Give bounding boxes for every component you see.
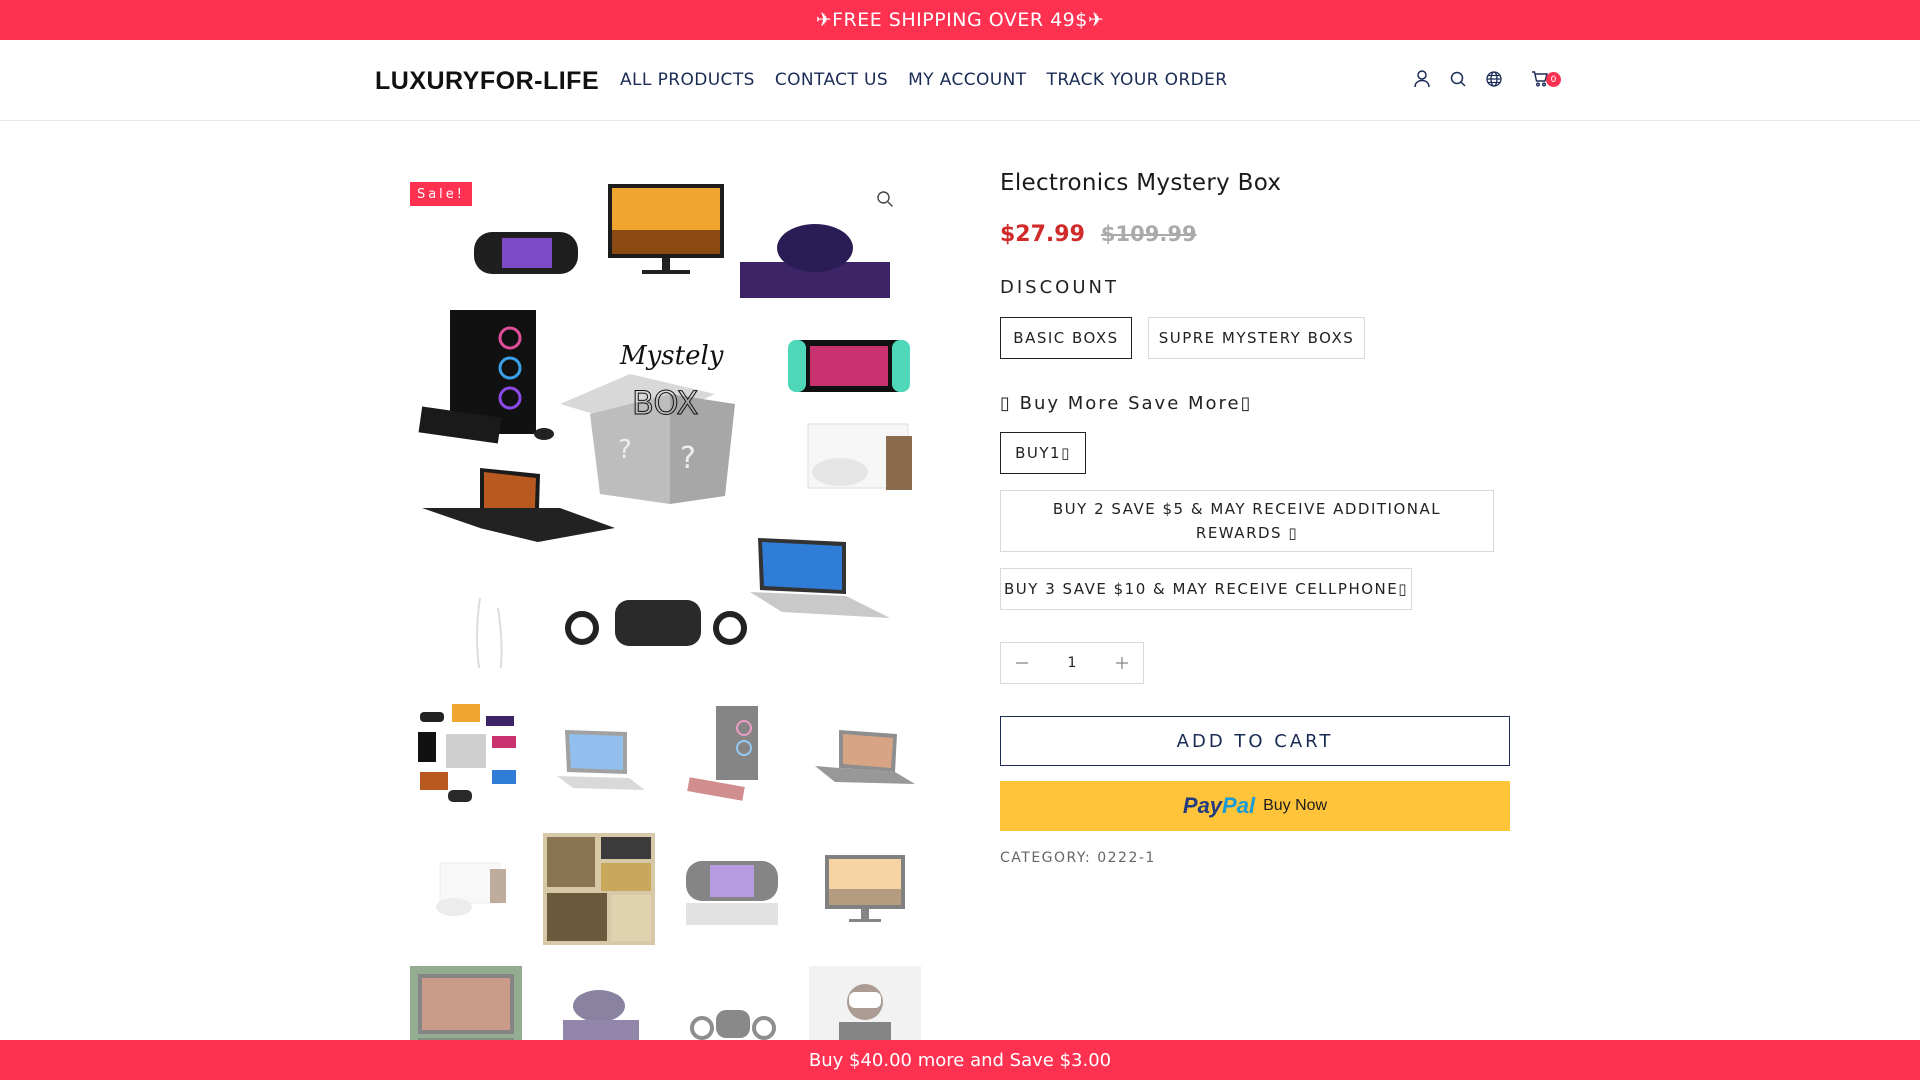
box-word: BOX <box>632 384 698 422</box>
thumbnail[interactable] <box>809 833 921 945</box>
plus-icon[interactable] <box>1101 643 1143 683</box>
main-product-image[interactable]: Mystely BOX ? ? <box>410 178 920 668</box>
header-icons: 0 <box>1412 68 1561 90</box>
site-logo[interactable]: LUXURYFOR-LIFE <box>375 67 599 96</box>
thumbnail[interactable] <box>543 833 655 945</box>
product-category: CATEGORY: 0222-1 <box>1000 850 1156 866</box>
paypal-logo-pay: Pay <box>1182 793 1223 818</box>
product-gallery: Mystely BOX ? ? Sale! <box>410 178 920 678</box>
quantity-input[interactable]: 1 <box>1043 655 1101 671</box>
question-mark-left: ? <box>618 435 632 465</box>
mystery-box-word: Mystely <box>619 341 724 371</box>
paypal-logo-pal: Pal <box>1222 793 1256 818</box>
nav-my-account[interactable]: MY ACCOUNT <box>908 70 1026 90</box>
thumbnail[interactable] <box>410 833 522 945</box>
thumbnail[interactable] <box>809 700 921 812</box>
announcement-text: ✈FREE SHIPPING OVER 49$✈ <box>815 9 1105 31</box>
cart-progress-bar: Buy $40.00 more and Save $3.00 <box>0 1040 1920 1080</box>
product-info: Electronics Mystery Box $27.99 $109.99 D… <box>1000 170 1510 866</box>
cart-count-badge: 0 <box>1546 72 1561 87</box>
quantity-stepper: 1 <box>1000 642 1144 684</box>
announcement-bar: ✈FREE SHIPPING OVER 49$✈ <box>0 0 1920 40</box>
discount-label: DISCOUNT <box>1000 277 1119 298</box>
option-supre-mystery-boxs[interactable]: SUPRE MYSTERY BOXS <box>1148 317 1365 359</box>
site-header: LUXURYFOR-LIFE ALL PRODUCTS CONTACT US M… <box>0 40 1920 121</box>
main-nav: ALL PRODUCTS CONTACT US MY ACCOUNT TRACK… <box>620 70 1228 90</box>
globe-icon[interactable] <box>1484 68 1504 90</box>
bundle-label: ▯ Buy More Save More▯ <box>1000 393 1253 414</box>
price-block: $27.99 $109.99 <box>1000 222 1197 247</box>
thumbnail[interactable] <box>676 700 788 812</box>
thumbnail[interactable] <box>543 700 655 812</box>
thumbnail[interactable] <box>410 700 522 812</box>
add-to-cart-button[interactable]: ADD TO CART <box>1000 716 1510 766</box>
nav-contact-us[interactable]: CONTACT US <box>775 70 888 90</box>
minus-icon[interactable] <box>1001 643 1043 683</box>
option-buy-1[interactable]: BUY1▯ <box>1000 432 1086 474</box>
cart-icon <box>1531 71 1548 87</box>
nav-all-products[interactable]: ALL PRODUCTS <box>620 70 755 90</box>
option-buy-2[interactable]: BUY 2 SAVE $5 & MAY RECEIVE ADDITIONAL R… <box>1000 490 1494 552</box>
paypal-buy-now-text: Buy Now <box>1263 797 1328 814</box>
nav-track-order[interactable]: TRACK YOUR ORDER <box>1047 70 1228 90</box>
paypal-logo: PayPal <box>1183 793 1255 819</box>
cart-button[interactable]: 0 <box>1528 68 1561 90</box>
search-icon[interactable] <box>1448 68 1468 90</box>
option-basic-boxs[interactable]: BASIC BOXS <box>1000 317 1132 359</box>
compare-price: $109.99 <box>1100 222 1197 246</box>
thumbnail[interactable] <box>676 833 788 945</box>
sale-price: $27.99 <box>1000 222 1085 247</box>
thumbnail-grid <box>410 700 921 1078</box>
magnifier-icon[interactable] <box>876 190 898 212</box>
question-mark-right: ? <box>680 441 696 476</box>
option-buy-3[interactable]: BUY 3 SAVE $10 & MAY RECEIVE CELLPHONE▯ <box>1000 568 1412 610</box>
cart-progress-text: Buy $40.00 more and Save $3.00 <box>808 1049 1112 1071</box>
paypal-buy-now-button[interactable]: PayPal Buy Now <box>1000 781 1510 831</box>
product-title: Electronics Mystery Box <box>1000 170 1282 196</box>
user-icon[interactable] <box>1412 68 1432 90</box>
sale-badge: Sale! <box>410 182 472 206</box>
